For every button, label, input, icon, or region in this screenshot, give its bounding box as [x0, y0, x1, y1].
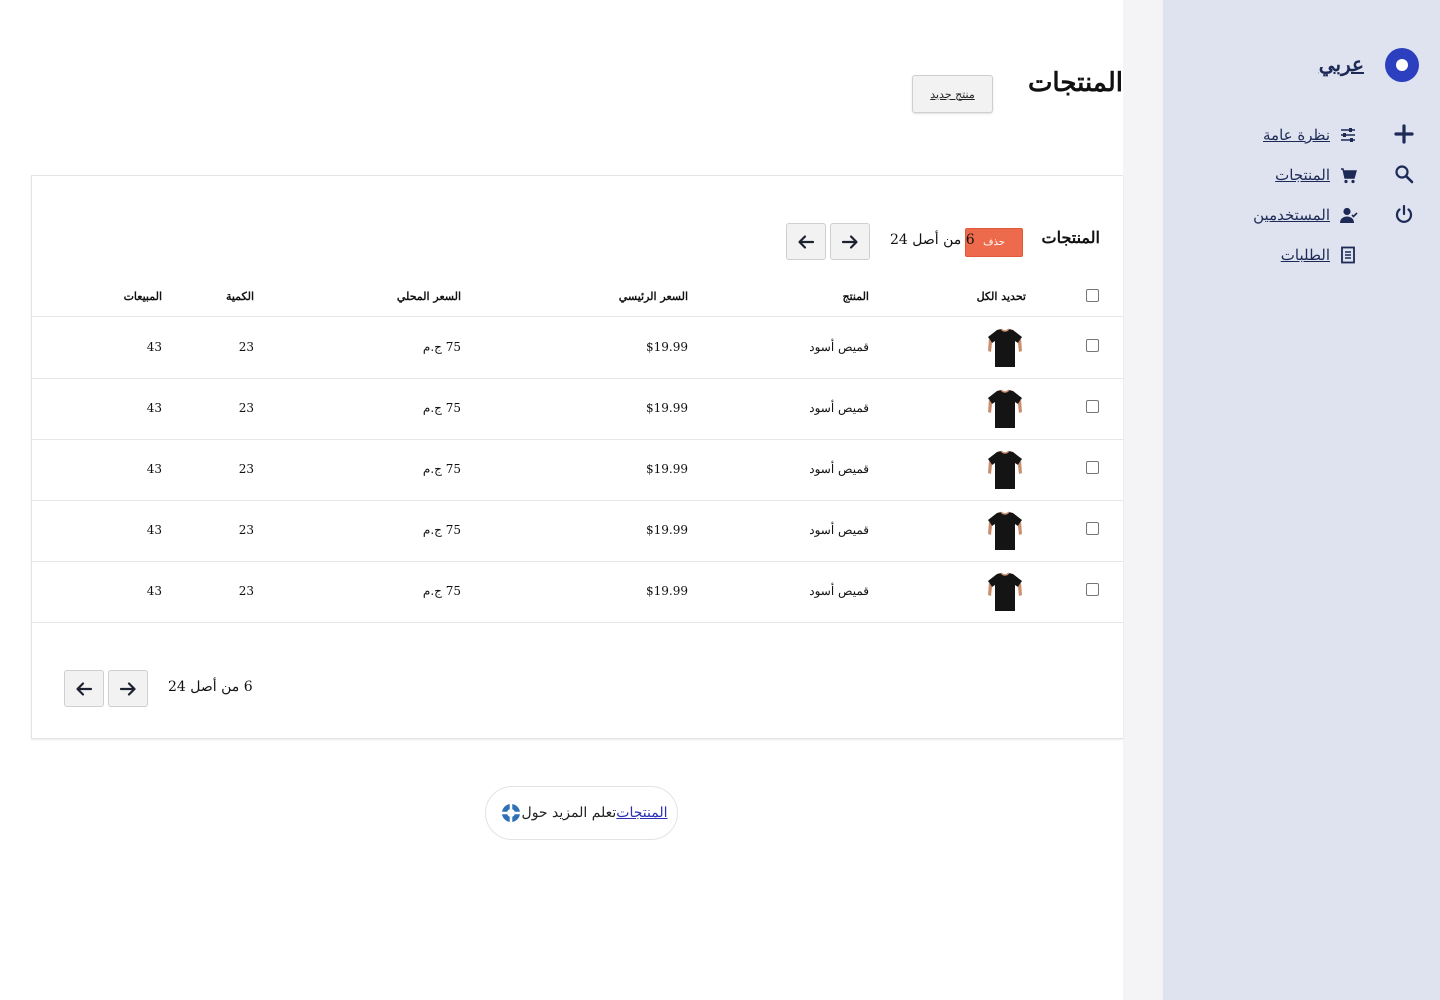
quantity: 23 — [238, 523, 254, 537]
arrow-right-icon — [119, 681, 136, 696]
column-header-product: المنتج — [842, 290, 869, 303]
footer-prev-page-button[interactable] — [64, 670, 104, 707]
base-price: $19.99 — [646, 584, 688, 598]
product-name[interactable]: قميص أسود — [809, 584, 869, 598]
local-price: 75 ج.م — [422, 584, 461, 598]
local-price: 75 ج.م — [422, 401, 461, 415]
column-header-local-price: السعر المحلي — [396, 290, 461, 303]
product-name[interactable]: قميص أسود — [809, 340, 869, 354]
next-page-button[interactable] — [830, 223, 870, 260]
product-thumbnail — [988, 328, 1022, 367]
product-name[interactable]: قميص أسود — [809, 523, 869, 537]
quantity: 23 — [238, 584, 254, 598]
row-checkbox[interactable] — [1086, 583, 1099, 596]
table-row: قميص أسود $19.99 75 ج.م 23 43 — [32, 318, 1124, 379]
sales: 43 — [146, 523, 162, 537]
arrow-right-icon — [841, 234, 858, 249]
base-price: $19.99 — [646, 462, 688, 476]
quantity: 23 — [238, 462, 254, 476]
help-pill: تعلم المزيد حول المنتجات — [485, 786, 678, 840]
product-name[interactable]: قميص أسود — [809, 401, 869, 415]
help-link-products[interactable]: المنتجات — [616, 805, 667, 821]
sales: 43 — [146, 340, 162, 354]
local-price: 75 ج.م — [422, 340, 461, 354]
cart-icon — [1341, 168, 1357, 184]
plus-icon[interactable] — [1392, 122, 1416, 146]
sidebar-item-label: الطلبات — [1280, 246, 1330, 264]
new-product-button[interactable]: منتج جديد — [912, 75, 993, 113]
sidebar-quick-actions — [1392, 122, 1418, 242]
products-card: المنتجات حذف 6 من أصل 24 تحديد الكل المن… — [31, 175, 1124, 739]
product-thumbnail — [988, 389, 1022, 428]
brand-logo-icon[interactable] — [1385, 48, 1419, 82]
product-thumbnail — [988, 450, 1022, 489]
table-row: قميص أسود $19.99 75 ج.م 23 43 — [32, 501, 1124, 562]
quantity: 23 — [238, 340, 254, 354]
arrow-left-icon — [76, 681, 93, 696]
brand-name[interactable]: عربي — [1319, 52, 1364, 76]
sidebar-item-orders[interactable]: الطلبات — [1158, 242, 1358, 268]
row-checkbox[interactable] — [1086, 400, 1099, 413]
base-price: $19.99 — [646, 401, 688, 415]
product-thumbnail — [988, 511, 1022, 550]
pager-summary: 6 من أصل 24 — [890, 232, 975, 248]
local-price: 75 ج.م — [422, 523, 461, 537]
sidebar-item-label: نظرة عامة — [1263, 126, 1330, 144]
sidebar-item-users[interactable]: المستخدمين — [1158, 202, 1358, 228]
card-title: المنتجات — [1041, 228, 1101, 247]
lifebuoy-icon — [501, 804, 520, 822]
table-row: قميص أسود $19.99 75 ج.م 23 43 — [32, 440, 1124, 501]
page-title: المنتجات — [1027, 68, 1123, 98]
sidebar-nav: نظرة عامة المنتجات المستخدمين الطلبات — [1158, 122, 1358, 282]
sidebar-item-products[interactable]: المنتجات — [1158, 162, 1358, 188]
sales: 43 — [146, 462, 162, 476]
column-header-quantity: الكمية — [225, 290, 254, 303]
row-checkbox[interactable] — [1086, 461, 1099, 474]
help-text: تعلم المزيد حول — [521, 805, 617, 821]
select-all-checkbox[interactable] — [1086, 289, 1099, 302]
column-header-select-all: تحديد الكل — [976, 290, 1026, 303]
row-checkbox[interactable] — [1086, 339, 1099, 352]
sales: 43 — [146, 401, 162, 415]
document-icon — [1341, 246, 1355, 264]
product-name[interactable]: قميص أسود — [809, 462, 869, 476]
product-thumbnail — [988, 572, 1022, 611]
row-checkbox[interactable] — [1086, 522, 1099, 535]
table-row: قميص أسود $19.99 75 ج.م 23 43 — [32, 562, 1124, 623]
arrow-left-icon — [798, 234, 815, 249]
sales: 43 — [146, 584, 162, 598]
search-icon[interactable] — [1392, 162, 1416, 186]
local-price: 75 ج.م — [422, 462, 461, 476]
table-header: تحديد الكل المنتج السعر الرئيسي السعر ال… — [32, 286, 1124, 317]
base-price: $19.99 — [646, 340, 688, 354]
sidebar-item-label: المستخدمين — [1253, 206, 1330, 224]
footer-next-page-button[interactable] — [108, 670, 148, 707]
user-icon — [1340, 207, 1358, 223]
table-row: قميص أسود $19.99 75 ج.م 23 43 — [32, 379, 1124, 440]
sidebar-item-label: المنتجات — [1275, 166, 1330, 184]
footer-pager-summary: 6 من أصل 24 — [168, 679, 253, 695]
column-header-base-price: السعر الرئيسي — [618, 290, 688, 303]
prev-page-button[interactable] — [786, 223, 826, 260]
column-header-sales: المبيعات — [123, 290, 162, 303]
base-price: $19.99 — [646, 523, 688, 537]
sliders-icon — [1341, 128, 1355, 142]
content-gutter — [1123, 0, 1163, 1000]
quantity: 23 — [238, 401, 254, 415]
sidebar-item-overview[interactable]: نظرة عامة — [1158, 122, 1358, 148]
power-icon[interactable] — [1392, 202, 1416, 226]
